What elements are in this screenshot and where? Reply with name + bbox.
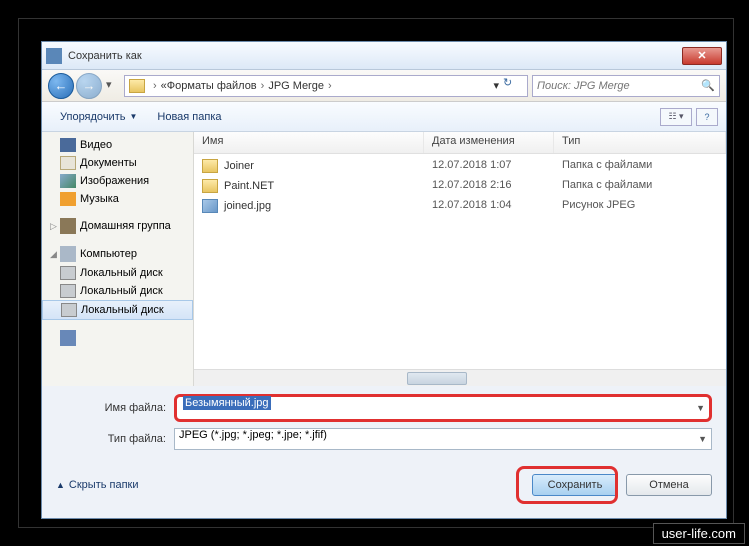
sidebar-group-network[interactable]: [42, 328, 193, 348]
file-date: 12.07.2018 1:04: [424, 198, 554, 214]
app-icon: [46, 48, 62, 64]
column-type[interactable]: Тип: [554, 132, 726, 153]
horizontal-scrollbar[interactable]: [194, 369, 726, 386]
nav-history-dropdown[interactable]: ▾: [106, 78, 120, 94]
sidebar: Видео Документы Изображения Музыка ▷Дома…: [42, 132, 194, 386]
save-button[interactable]: Сохранить: [532, 474, 618, 496]
file-date: 12.07.2018 2:16: [424, 178, 554, 194]
filetype-select[interactable]: JPEG (*.jpg; *.jpeg; *.jpe; *.jfif) ▼: [174, 428, 712, 450]
bottom-panel: Имя файла: Безымянный.jpg ▼ Тип файла: J…: [42, 386, 726, 464]
sidebar-item-localdisk[interactable]: Локальный диск: [42, 282, 193, 300]
search-input[interactable]: [537, 80, 701, 92]
refresh-icon[interactable]: ↻: [503, 76, 523, 96]
file-list-area: Имя Дата изменения Тип Joiner 12.07.2018 …: [194, 132, 726, 386]
chevron-down-icon[interactable]: ▼: [696, 403, 705, 413]
toolbar: Упорядочить▼ Новая папка ☷ ▾ ?: [42, 102, 726, 132]
organize-button[interactable]: Упорядочить▼: [50, 107, 147, 127]
chevron-down-icon[interactable]: ▼: [698, 434, 707, 444]
chevron-icon: ›: [328, 80, 332, 92]
column-headers: Имя Дата изменения Тип: [194, 132, 726, 154]
scrollbar-thumb[interactable]: [407, 372, 467, 385]
chevron-up-icon: ▲: [56, 480, 65, 490]
file-name: Joiner: [224, 160, 254, 172]
chevron-icon: ›: [153, 80, 157, 92]
image-icon: [202, 199, 218, 213]
filename-label: Имя файла:: [56, 402, 174, 414]
files-container: Joiner12.07.2018 1:07Папка с файламиPain…: [194, 154, 726, 369]
window-title: Сохранить как: [68, 50, 682, 62]
filename-input[interactable]: Безымянный.jpg: [183, 396, 271, 410]
sidebar-item-documents[interactable]: Документы: [42, 154, 193, 172]
file-type: Папка с файлами: [554, 178, 660, 194]
sidebar-item-localdisk[interactable]: Локальный диск: [42, 264, 193, 282]
view-mode-button[interactable]: ☷ ▾: [660, 108, 692, 126]
search-icon[interactable]: 🔍: [701, 79, 715, 92]
sidebar-item-music[interactable]: Музыка: [42, 190, 193, 208]
hide-folders-toggle[interactable]: ▲ Скрыть папки: [56, 479, 139, 491]
filename-input-wrapper[interactable]: Безымянный.jpg ▼: [174, 394, 712, 422]
sidebar-item-video[interactable]: Видео: [42, 136, 193, 154]
file-type: Папка с файлами: [554, 158, 660, 174]
close-button[interactable]: ✕: [682, 47, 722, 65]
sidebar-group-computer[interactable]: ◢Компьютер: [42, 244, 193, 264]
search-box[interactable]: 🔍: [532, 75, 720, 97]
file-row[interactable]: Joiner 12.07.2018 1:07Папка с файлами: [194, 156, 726, 176]
filetype-value: JPEG (*.jpg; *.jpeg; *.jpe; *.jfif): [179, 429, 327, 441]
footer: ▲ Скрыть папки Сохранить Отмена: [42, 464, 726, 508]
watermark: user-life.com: [653, 523, 745, 544]
breadcrumb-item[interactable]: Форматы файлов: [167, 80, 257, 92]
navbar: ← → ▾ › « Форматы файлов › JPG Merge › ▾…: [42, 70, 726, 102]
file-row[interactable]: Paint.NET 12.07.2018 2:16Папка с файлами: [194, 176, 726, 196]
folder-icon: [129, 79, 145, 93]
new-folder-button[interactable]: Новая папка: [147, 107, 231, 127]
breadcrumb[interactable]: › « Форматы файлов › JPG Merge › ▾ ↻: [124, 75, 528, 97]
column-name[interactable]: Имя: [194, 132, 424, 153]
save-as-dialog: Сохранить как ✕ ← → ▾ › « Форматы файлов…: [41, 41, 727, 519]
chevron-icon: ›: [261, 80, 265, 92]
folder-icon: [202, 159, 218, 173]
file-date: 12.07.2018 1:07: [424, 158, 554, 174]
help-button[interactable]: ?: [696, 108, 718, 126]
breadcrumb-item[interactable]: JPG Merge: [268, 80, 324, 92]
file-type: Рисунок JPEG: [554, 198, 643, 214]
forward-button[interactable]: →: [76, 73, 102, 99]
file-name: Paint.NET: [224, 180, 274, 192]
titlebar: Сохранить как ✕: [42, 42, 726, 70]
sidebar-item-images[interactable]: Изображения: [42, 172, 193, 190]
file-name: joined.jpg: [224, 200, 271, 212]
sidebar-group-homegroup[interactable]: ▷Домашняя группа: [42, 216, 193, 236]
cancel-button[interactable]: Отмена: [626, 474, 712, 496]
breadcrumb-dropdown[interactable]: ▾: [493, 79, 499, 92]
filetype-label: Тип файла:: [56, 433, 174, 445]
column-date[interactable]: Дата изменения: [424, 132, 554, 153]
sidebar-item-localdisk[interactable]: Локальный диск: [42, 300, 193, 320]
back-button[interactable]: ←: [48, 73, 74, 99]
folder-icon: [202, 179, 218, 193]
file-row[interactable]: joined.jpg 12.07.2018 1:04Рисунок JPEG: [194, 196, 726, 216]
